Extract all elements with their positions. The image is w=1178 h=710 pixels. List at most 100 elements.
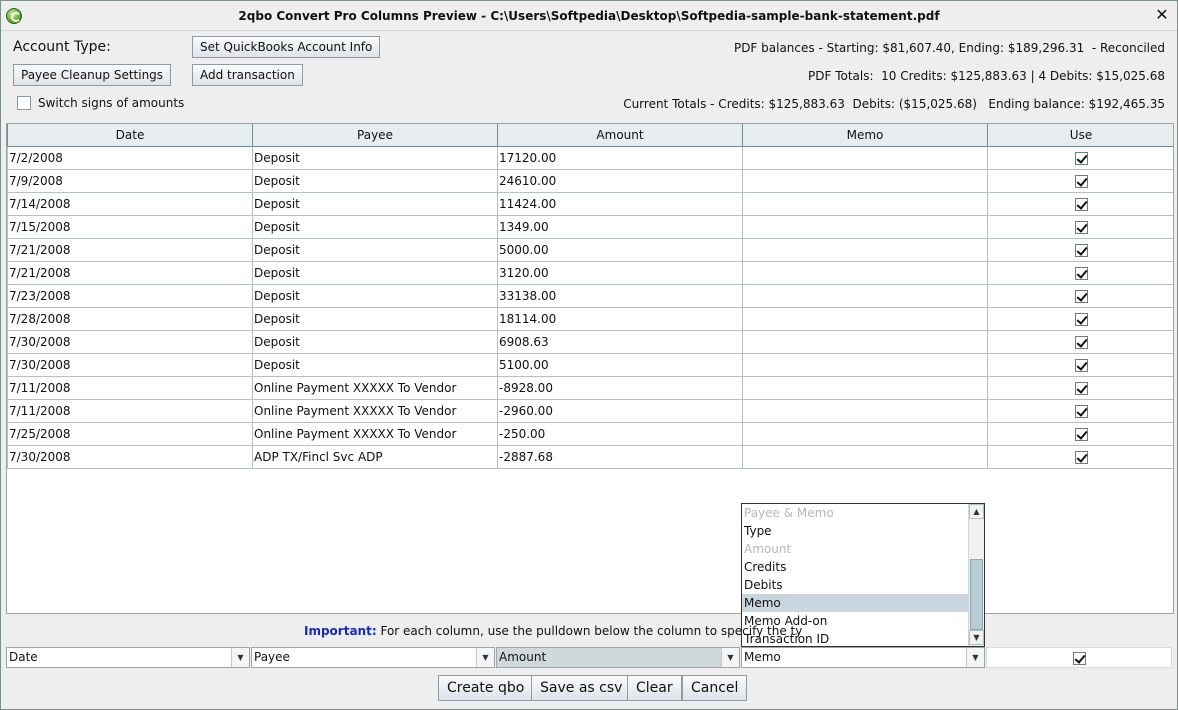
payee-cell[interactable]: Deposit bbox=[252, 283, 498, 308]
table-row[interactable]: 7/2/2008 Deposit 17120.00 bbox=[7, 145, 1173, 170]
scroll-thumb[interactable] bbox=[970, 559, 983, 630]
memo-cell[interactable] bbox=[742, 260, 988, 285]
switch-signs-checkbox[interactable] bbox=[17, 96, 31, 110]
memo-cell[interactable] bbox=[742, 421, 988, 446]
chevron-down-icon[interactable]: ▼ bbox=[231, 648, 249, 667]
table-row[interactable]: 7/30/2008 ADP TX/Fincl Svc ADP -2887.68 bbox=[7, 444, 1173, 469]
use-checkbox[interactable] bbox=[1074, 220, 1088, 234]
memo-cell[interactable] bbox=[742, 398, 988, 423]
table-row[interactable]: 7/9/2008 Deposit 24610.00 bbox=[7, 168, 1173, 193]
table-row[interactable]: 7/23/2008 Deposit 33138.00 bbox=[7, 283, 1173, 308]
dropdown-scrollbar[interactable]: ▲ ▼ bbox=[968, 504, 984, 646]
date-cell[interactable]: 7/28/2008 bbox=[7, 306, 253, 331]
memo-cell[interactable] bbox=[742, 329, 988, 354]
memo-cell[interactable] bbox=[742, 168, 988, 193]
table-row[interactable]: 7/21/2008 Deposit 5000.00 bbox=[7, 237, 1173, 262]
memo-column-selector[interactable]: Memo ▼ bbox=[741, 647, 985, 668]
memo-cell[interactable] bbox=[742, 191, 988, 216]
use-checkbox[interactable] bbox=[1074, 174, 1088, 188]
table-row[interactable]: 7/30/2008 Deposit 5100.00 bbox=[7, 352, 1173, 377]
amount-cell[interactable]: -2887.68 bbox=[497, 444, 743, 469]
date-column-selector[interactable]: Date ▼ bbox=[6, 647, 250, 668]
payee-cell[interactable]: Deposit bbox=[252, 145, 498, 170]
memo-cell[interactable] bbox=[742, 283, 988, 308]
memo-cell[interactable] bbox=[742, 214, 988, 239]
save-as-csv-button[interactable]: Save as csv bbox=[531, 675, 632, 701]
use-checkbox[interactable] bbox=[1074, 404, 1088, 418]
scroll-down-arrow-icon[interactable]: ▼ bbox=[969, 630, 984, 645]
amount-cell[interactable]: -250.00 bbox=[497, 421, 743, 446]
payee-cell[interactable]: Deposit bbox=[252, 237, 498, 262]
table-row[interactable]: 7/25/2008 Online Payment XXXXX To Vendor -… bbox=[7, 421, 1173, 446]
date-cell[interactable]: 7/9/2008 bbox=[7, 168, 253, 193]
date-cell[interactable]: 7/30/2008 bbox=[7, 329, 253, 354]
amount-cell[interactable]: 1349.00 bbox=[497, 214, 743, 239]
table-row[interactable]: 7/15/2008 Deposit 1349.00 bbox=[7, 214, 1173, 239]
chevron-down-icon[interactable]: ▼ bbox=[476, 648, 494, 667]
payee-cleanup-settings-button[interactable]: Payee Cleanup Settings bbox=[13, 64, 172, 86]
table-row[interactable]: 7/21/2008 Deposit 3120.00 bbox=[7, 260, 1173, 285]
column-header-amount[interactable]: Amount bbox=[497, 124, 743, 147]
use-checkbox[interactable] bbox=[1074, 335, 1088, 349]
amount-cell[interactable]: 3120.00 bbox=[497, 260, 743, 285]
use-checkbox[interactable] bbox=[1074, 450, 1088, 464]
payee-cell[interactable]: Deposit bbox=[252, 306, 498, 331]
payee-cell[interactable]: Deposit bbox=[252, 329, 498, 354]
dropdown-option[interactable]: Credits bbox=[742, 558, 968, 576]
payee-cell[interactable]: Deposit bbox=[252, 168, 498, 193]
set-quickbooks-account-button[interactable]: Set QuickBooks Account Info bbox=[192, 36, 381, 58]
dropdown-option[interactable]: Memo bbox=[742, 594, 968, 612]
date-cell[interactable]: 7/23/2008 bbox=[7, 283, 253, 308]
scroll-up-arrow-icon[interactable]: ▲ bbox=[969, 504, 984, 519]
payee-cell[interactable]: Deposit bbox=[252, 260, 498, 285]
amount-cell[interactable]: -8928.00 bbox=[497, 375, 743, 400]
amount-cell[interactable]: 5000.00 bbox=[497, 237, 743, 262]
amount-cell[interactable]: 11424.00 bbox=[497, 191, 743, 216]
clear-button[interactable]: Clear bbox=[627, 675, 682, 701]
payee-cell[interactable]: Deposit bbox=[252, 214, 498, 239]
table-row[interactable]: 7/14/2008 Deposit 11424.00 bbox=[7, 191, 1173, 216]
use-checkbox[interactable] bbox=[1074, 243, 1088, 257]
create-qbo-button[interactable]: Create qbo bbox=[438, 675, 534, 701]
date-cell[interactable]: 7/11/2008 bbox=[7, 375, 253, 400]
use-checkbox[interactable] bbox=[1074, 358, 1088, 372]
payee-cell[interactable]: ADP TX/Fincl Svc ADP bbox=[252, 444, 498, 469]
amount-cell[interactable]: 6908.63 bbox=[497, 329, 743, 354]
payee-cell[interactable]: Deposit bbox=[252, 191, 498, 216]
column-header-payee[interactable]: Payee bbox=[252, 124, 498, 147]
chevron-down-icon[interactable]: ▼ bbox=[966, 648, 984, 667]
date-cell[interactable]: 7/25/2008 bbox=[7, 421, 253, 446]
memo-cell[interactable] bbox=[742, 145, 988, 170]
payee-cell[interactable]: Online Payment XXXXX To Vendor bbox=[252, 398, 498, 423]
use-checkbox[interactable] bbox=[1074, 381, 1088, 395]
date-cell[interactable]: 7/15/2008 bbox=[7, 214, 253, 239]
column-header-use[interactable]: Use bbox=[987, 124, 1173, 147]
amount-cell[interactable]: 5100.00 bbox=[497, 352, 743, 377]
close-button[interactable]: ✕ bbox=[1153, 6, 1171, 24]
payee-cell[interactable]: Online Payment XXXXX To Vendor bbox=[252, 375, 498, 400]
date-cell[interactable]: 7/30/2008 bbox=[7, 352, 253, 377]
use-checkbox[interactable] bbox=[1074, 427, 1088, 441]
memo-cell[interactable] bbox=[742, 306, 988, 331]
use-checkbox[interactable] bbox=[1074, 289, 1088, 303]
column-header-memo[interactable]: Memo bbox=[742, 124, 988, 147]
date-cell[interactable]: 7/14/2008 bbox=[7, 191, 253, 216]
payee-cell[interactable]: Online Payment XXXXX To Vendor bbox=[252, 421, 498, 446]
memo-cell[interactable] bbox=[742, 375, 988, 400]
memo-cell[interactable] bbox=[742, 352, 988, 377]
use-checkbox[interactable] bbox=[1074, 266, 1088, 280]
table-row[interactable]: 7/11/2008 Online Payment XXXXX To Vendor -… bbox=[7, 375, 1173, 400]
memo-cell[interactable] bbox=[742, 237, 988, 262]
dropdown-option[interactable]: Type bbox=[742, 522, 968, 540]
memo-cell[interactable] bbox=[742, 444, 988, 469]
payee-cell[interactable]: Deposit bbox=[252, 352, 498, 377]
column-header-date[interactable]: Date bbox=[7, 124, 253, 147]
table-row[interactable]: 7/28/2008 Deposit 18114.00 bbox=[7, 306, 1173, 331]
amount-cell[interactable]: 24610.00 bbox=[497, 168, 743, 193]
amount-cell[interactable]: 18114.00 bbox=[497, 306, 743, 331]
use-checkbox[interactable] bbox=[1074, 312, 1088, 326]
chevron-down-icon[interactable]: ▼ bbox=[721, 648, 739, 667]
date-cell[interactable]: 7/21/2008 bbox=[7, 237, 253, 262]
table-row[interactable]: 7/30/2008 Deposit 6908.63 bbox=[7, 329, 1173, 354]
dropdown-option[interactable]: Debits bbox=[742, 576, 968, 594]
